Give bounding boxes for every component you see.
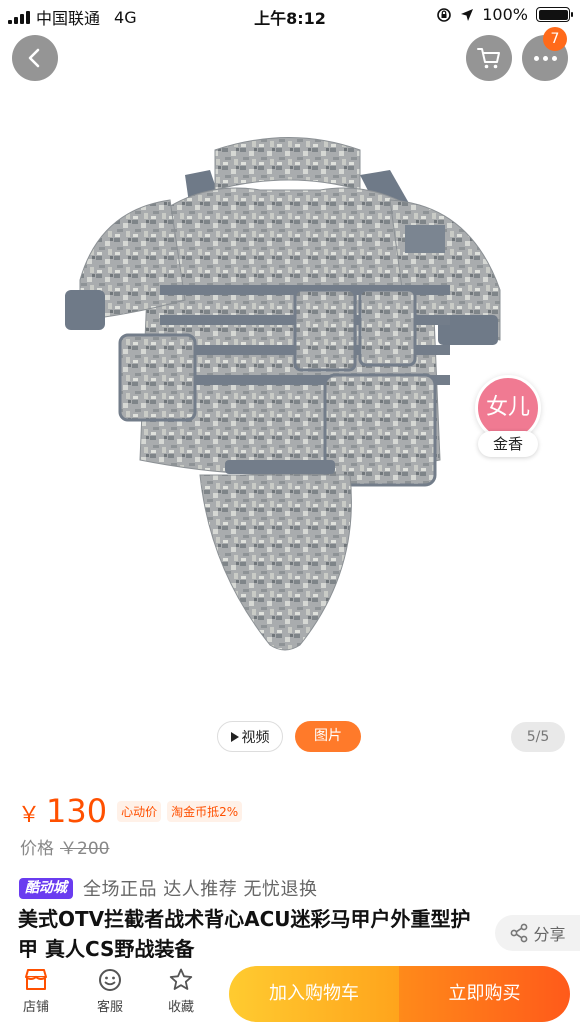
chevron-left-icon — [28, 48, 40, 68]
floating-live-avatar[interactable]: 女儿 金香 — [472, 375, 544, 463]
share-icon — [511, 923, 528, 943]
service-tags: 全场正品 达人推荐 无忧退换 — [83, 879, 318, 900]
avatar-label: 金香 — [478, 431, 538, 457]
status-right: 100% — [436, 5, 573, 24]
brand-badge: 酷动城 — [19, 877, 73, 899]
rotation-lock-icon — [437, 7, 452, 22]
shop-label: 店铺 — [22, 1000, 49, 1015]
location-arrow-icon — [461, 8, 474, 21]
favorite-button[interactable]: 收藏 — [156, 968, 206, 1015]
play-icon — [230, 731, 239, 742]
tab-video[interactable]: 视频 — [217, 721, 283, 752]
battery-percent: 100% — [482, 5, 528, 24]
cart-icon — [477, 48, 500, 69]
favorite-label: 收藏 — [167, 1000, 194, 1015]
media-tabs: 视频 图片 — [217, 721, 361, 752]
customer-service-button[interactable]: 客服 — [85, 968, 135, 1015]
customer-service-label: 客服 — [96, 1000, 123, 1015]
price-row: ￥ 130 心动价 淘金币抵2% — [18, 792, 243, 830]
service-tags-row: 酷动城 全场正品 达人推荐 无忧退换 — [19, 875, 317, 901]
customer-service-icon — [99, 969, 121, 991]
status-bar: 中国联通 4G 上午8:12 100% — [0, 0, 580, 30]
tab-image[interactable]: 图片 — [295, 721, 361, 752]
shop-icon — [25, 969, 47, 990]
star-icon — [169, 968, 193, 990]
product-title: 美式OTV拦截者战术背心ACU迷彩马甲户外重型护甲 真人CS野战装备 — [18, 907, 471, 961]
cart-button[interactable] — [466, 35, 512, 81]
battery-icon — [536, 7, 573, 22]
price-value: 130 — [46, 792, 108, 830]
tactical-vest-image — [65, 137, 501, 651]
product-detail-page: 中国联通 4G 上午8:12 100% 7 女儿 金香 视频 图片 5/5 ￥ … — [0, 0, 580, 1031]
original-price-row: 价格 ￥200 — [20, 834, 109, 859]
more-dots-icon — [533, 55, 557, 61]
shop-button[interactable]: 店铺 — [11, 968, 61, 1015]
cart-count-badge: 7 — [543, 27, 567, 51]
share-label: 分享 — [533, 925, 566, 944]
back-button[interactable] — [12, 35, 58, 81]
bottom-action-bar: 店铺 客服 收藏 加入购物车 立即购买 — [0, 958, 580, 1031]
buy-now-button[interactable]: 立即购买 — [399, 966, 570, 1022]
share-button[interactable]: 分享 — [495, 915, 580, 951]
original-price-label: 价格 — [20, 839, 54, 859]
currency-symbol: ￥ — [18, 803, 41, 828]
promo-tag-heart-price: 心动价 — [117, 801, 162, 822]
product-image[interactable] — [60, 130, 520, 690]
promo-tag-taojinbi: 淘金币抵2% — [167, 801, 243, 822]
tab-video-label: 视频 — [241, 729, 270, 746]
add-to-cart-button[interactable]: 加入购物车 — [229, 966, 399, 1022]
original-price-value: ￥200 — [60, 839, 110, 859]
image-page-indicator: 5/5 — [511, 722, 565, 752]
